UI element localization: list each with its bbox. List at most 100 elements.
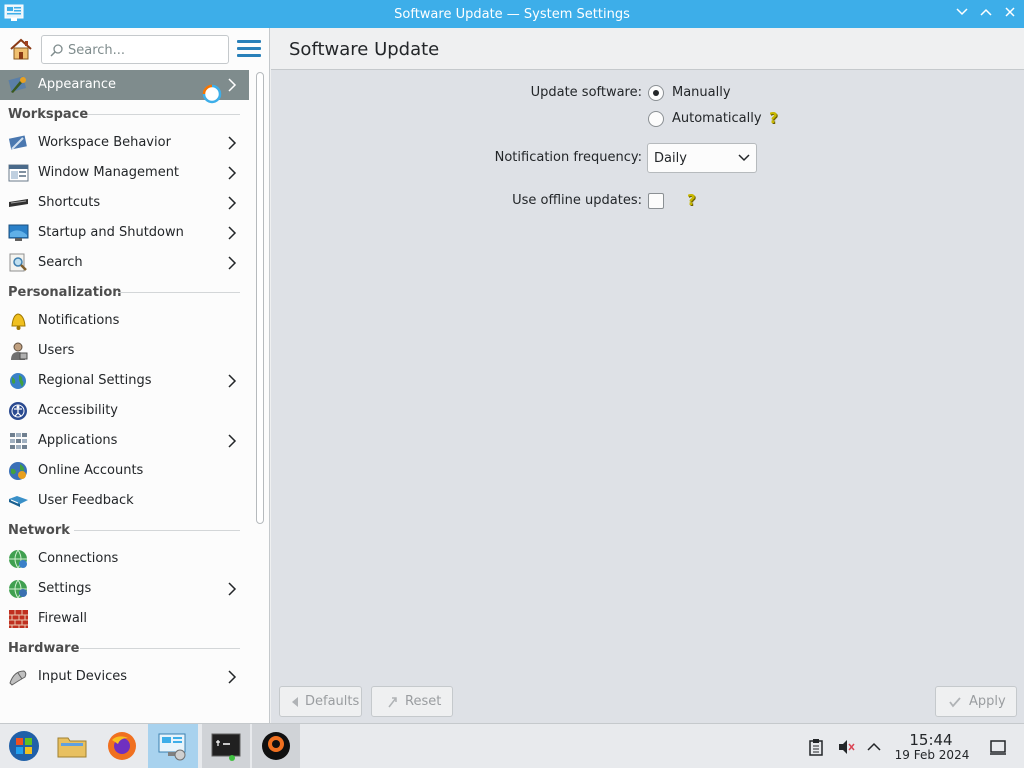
search-field[interactable] [41,35,229,64]
notification-frequency-dropdown[interactable]: Daily [647,143,757,173]
sidebar-item-firewall[interactable]: Firewall [0,604,249,634]
clock-time[interactable]: 15:44 [908,731,954,749]
chevron-up-icon[interactable] [865,738,883,756]
button-label: Defaults [305,694,360,709]
workspace-behavior-icon [8,135,27,150]
appearance-icon [8,76,27,93]
help-icon[interactable]: ? [687,191,701,209]
sidebar-item-label: Notifications [38,313,120,328]
sidebar-item-workspace-behavior[interactable]: Workspace Behavior [0,128,249,158]
chevron-up-icon [980,8,992,16]
sidebar-item-accessibility[interactable]: Accessibility [0,396,249,426]
sidebar-item-label: Settings [38,581,92,596]
sidebar-toolbar [0,28,269,70]
taskbar-system-settings[interactable] [148,724,198,768]
sidebar-item-notifications[interactable]: Notifications [0,306,249,336]
page-header: Software Update [271,28,1024,70]
apply-button[interactable]: Apply [935,686,1017,717]
section-label: Hardware [8,641,80,656]
section-header-personalization: Personalization [0,278,249,306]
offline-updates-label: Use offline updates: [512,193,642,208]
sidebar-item-network-settings[interactable]: Settings [0,574,249,604]
taskbar-qbittorrent[interactable] [252,724,300,768]
offline-updates-checkbox[interactable] [648,193,664,209]
terminal-icon [211,733,241,761]
chevron-down-icon [956,8,968,16]
dropdown-value: Daily [654,151,687,166]
bell-icon [11,313,26,330]
chevron-right-icon [228,166,237,180]
help-icon[interactable]: ? [769,109,783,127]
taskbar-terminal[interactable] [202,724,250,768]
sidebar-item-label: Applications [38,433,118,448]
home-icon[interactable] [9,38,33,60]
close-button[interactable] [1001,5,1019,23]
folder-icon [57,737,87,758]
minimize-button[interactable] [953,5,971,23]
sidebar-item-users[interactable]: Users [0,336,249,366]
sidebar-item-connections[interactable]: Connections [0,544,249,574]
chevron-right-icon [228,256,237,270]
sidebar-item-window-management[interactable]: Window Management [0,158,249,188]
radio-manually-label[interactable]: Manually [672,85,731,100]
chevron-right-icon [228,434,237,448]
sidebar-item-label: Shortcuts [38,195,101,210]
button-label: Apply [969,694,1006,709]
sidebar-item-label: Connections [38,551,119,566]
section-label: Network [8,523,70,538]
system-settings-icon [158,733,186,761]
sidebar-item-regional-settings[interactable]: Regional Settings [0,366,249,396]
divider [118,292,240,293]
taskbar-firefox[interactable] [98,724,146,768]
sidebar-item-shortcuts[interactable]: Shortcuts [0,188,249,218]
search-input[interactable] [68,40,224,60]
taskbar: 15:44 19 Feb 2024 [0,723,1024,768]
sidebar-item-label: Appearance [38,77,117,92]
main-panel: Software Update Update software: Manuall… [271,28,1024,723]
sidebar-nav: Appearance Workspace Workspace Behavior [0,70,249,692]
window-management-icon [8,164,29,182]
maximize-button[interactable] [977,5,995,23]
sidebar-item-appearance[interactable]: Appearance [0,70,249,104]
section-label: Workspace [8,107,89,122]
section-header-hardware: Hardware [0,634,249,662]
sidebar-item-label: Regional Settings [38,373,152,388]
online-accounts-icon [9,462,27,480]
section-label: Personalization [8,285,122,300]
firewall-icon [9,610,28,628]
sidebar-item-user-feedback[interactable]: User Feedback [0,486,249,516]
sidebar-item-startup-shutdown[interactable]: Startup and Shutdown [0,218,249,248]
hamburger-menu-icon [237,40,261,43]
sidebar-item-input-devices[interactable]: Input Devices [0,662,249,692]
sidebar-item-label: Firewall [38,611,88,626]
sidebar-item-label: Workspace Behavior [38,135,171,150]
radio-automatically-label[interactable]: Automatically [672,111,762,126]
user-feedback-icon [9,496,28,507]
defaults-icon [292,697,298,707]
reset-button[interactable]: Reset [371,686,453,717]
search-icon [50,44,63,57]
keyboard-shortcuts-icon [9,199,28,207]
hamburger-menu-button[interactable] [237,40,261,58]
clock-date[interactable]: 19 Feb 2024 [893,748,971,762]
defaults-button[interactable]: Defaults [279,686,362,717]
sidebar-item-search[interactable]: Search [0,248,249,278]
clipboard-icon[interactable] [807,738,825,756]
sidebar-scrollbar[interactable] [256,72,264,524]
button-label: Reset [405,694,442,709]
sidebar-item-online-accounts[interactable]: Online Accounts [0,456,249,486]
page-title: Software Update [289,39,440,60]
divider [80,648,240,649]
sidebar-item-label: Search [38,255,83,270]
sidebar-item-applications[interactable]: Applications [0,426,249,456]
radio-automatically[interactable] [648,111,664,127]
applications-icon [10,433,27,449]
start-menu-button[interactable] [0,724,48,768]
update-software-label: Update software: [530,85,642,100]
radio-manually[interactable] [648,85,664,101]
volume-muted-icon[interactable] [837,738,855,756]
search-settings-icon [9,253,27,272]
show-desktop-icon[interactable] [989,738,1007,756]
taskbar-file-manager[interactable] [48,724,96,768]
window-titlebar: Software Update — System Settings [0,0,1024,28]
